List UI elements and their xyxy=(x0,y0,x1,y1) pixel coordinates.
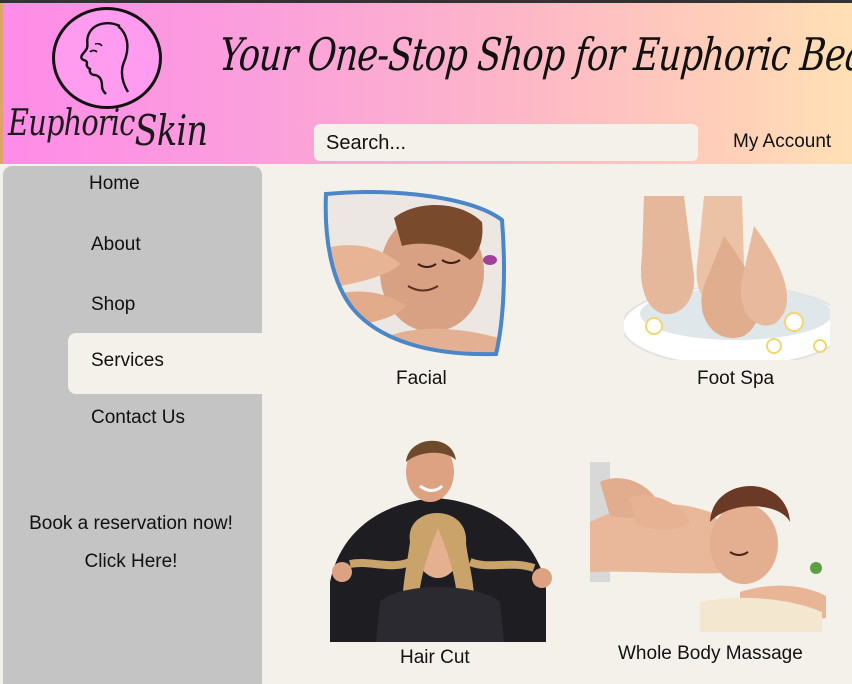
nav-item-about[interactable]: About xyxy=(91,234,141,256)
logo-wordmark: EuphoricSkin xyxy=(8,96,208,155)
header-left-edge xyxy=(0,3,3,164)
service-label-whole-body-massage: Whole Body Massage xyxy=(618,643,803,664)
logo-word-skin: Skin xyxy=(134,106,208,155)
booking-prompt: Book a reservation now! xyxy=(29,513,233,534)
search-input[interactable] xyxy=(314,124,698,161)
nav-item-shop[interactable]: Shop xyxy=(91,294,135,316)
facial-massage-photo xyxy=(323,190,506,357)
nav-item-contact[interactable]: Contact Us xyxy=(91,407,185,429)
my-account-link[interactable]: My Account xyxy=(733,131,831,153)
hair-cut-photo xyxy=(320,432,554,642)
service-label-facial: Facial xyxy=(396,368,447,389)
nav-item-home[interactable]: Home xyxy=(89,173,140,195)
woman-face-profile-icon xyxy=(80,22,130,95)
booking-link[interactable]: Click Here! xyxy=(0,551,262,573)
service-label-foot-spa: Foot Spa xyxy=(697,368,775,389)
site-tagline: Your One-Stop Shop for Euphoric Beauty xyxy=(217,28,852,81)
nav-item-services[interactable]: Services xyxy=(91,350,164,372)
body-massage-photo xyxy=(590,462,830,636)
foot-spa-photo xyxy=(624,196,830,360)
service-label-hair-cut: Hair Cut xyxy=(400,647,470,668)
logo-word-euphoric: Euphoric xyxy=(8,103,135,144)
